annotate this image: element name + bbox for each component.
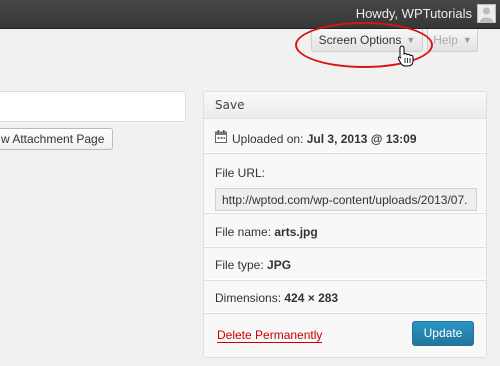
save-box-title: Save [204,92,486,119]
title-input[interactable] [0,91,186,122]
file-name: File name: arts.jpg [215,225,318,239]
uploaded-row: Uploaded on: Jul 3, 2013 @ 13:09 [204,120,486,153]
delete-permanently-link[interactable]: Delete Permanently [217,328,323,343]
file-name-label: File name: [215,225,272,239]
dimensions-row: Dimensions: 424 × 283 [204,280,486,313]
dimensions-value: 424 × 283 [284,291,339,305]
file-url-row: File URL: http://wptod.com/wp-content/up… [204,153,486,213]
file-url-label: File URL: [215,166,266,180]
dimensions: Dimensions: 424 × 283 [215,291,338,305]
file-url-field[interactable]: http://wptod.com/wp-content/uploads/2013… [215,188,477,211]
hand-cursor-icon [397,45,414,67]
view-attachment-page-button[interactable]: w Attachment Page [0,128,114,150]
file-type-label: File type: [215,258,264,272]
howdy-greeting[interactable]: Howdy, WPTutorials [356,6,472,21]
file-name-row: File name: arts.jpg [204,213,486,247]
update-button[interactable]: Update [412,321,474,346]
uploaded-value: Jul 3, 2013 @ 13:09 [306,132,417,146]
caret-down-icon: ▼ [462,35,472,45]
avatar-icon[interactable] [477,4,496,23]
file-type-value: JPG [267,258,292,272]
help-label: Help [433,33,458,47]
uploaded-label: Uploaded on: [232,132,304,146]
help-button[interactable]: Help ▼ [427,29,478,52]
dimensions-label: Dimensions: [215,291,282,305]
admin-bar: Howdy, WPTutorials [0,0,500,29]
file-type-row: File type: JPG [204,247,486,280]
file-name-value: arts.jpg [274,225,318,239]
calendar-icon [215,130,227,143]
file-type: File type: JPG [215,258,291,272]
uploaded-on: Uploaded on: Jul 3, 2013 @ 13:09 [232,132,417,146]
save-box: Save Uploaded on: Jul 3, 2013 @ 13:09 Fi… [203,91,487,358]
